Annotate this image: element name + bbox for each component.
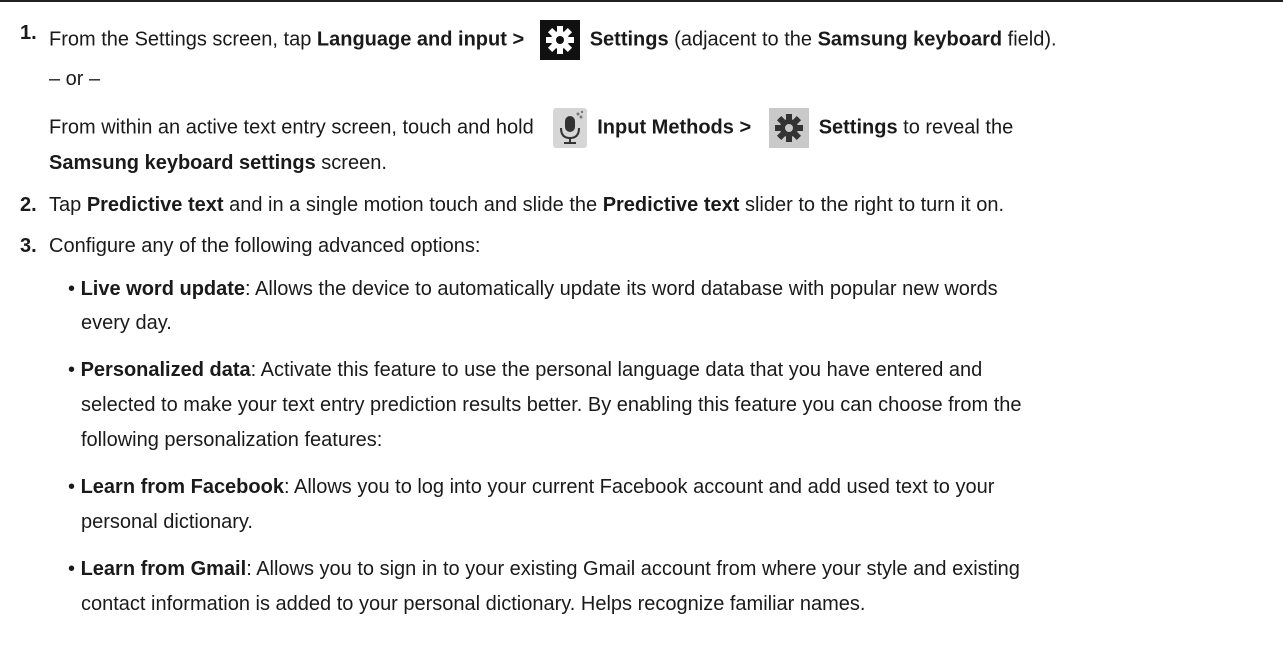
text: From the Settings screen, tap [49, 28, 317, 51]
step-1-text: From the Settings screen, tap Language a… [49, 20, 1057, 60]
bullet-text: : Allows the device to automatically upd… [245, 278, 998, 300]
microphone-input-icon [553, 108, 588, 148]
bold-text: Samsung keyboard [817, 28, 1003, 51]
bullet-line-1: • Learn from Gmail: Allows you to sign i… [68, 556, 1020, 582]
bullet-dot: • [68, 476, 76, 498]
step-number: 3. [20, 235, 37, 257]
bold-text: Settings [818, 116, 898, 139]
bullet-term: Live word update [80, 278, 246, 300]
bullet-text: following personalization features: [81, 429, 383, 451]
settings-gear-icon [539, 20, 580, 60]
bullet-text: selected to make your text entry predict… [81, 394, 1022, 416]
bold-text: Predictive text [602, 194, 740, 216]
text: Tap [49, 194, 87, 216]
text: field). [1002, 28, 1057, 51]
bullet-text: every day. [81, 312, 172, 334]
bullet-line-1: • Personalized data: Activate this featu… [68, 357, 982, 383]
bold-text: Language and input > [316, 28, 530, 51]
bullet-dot: • [68, 359, 76, 381]
text: and in a single motion touch and slide t… [223, 194, 603, 216]
bullet-text: contact information is added to your per… [81, 593, 866, 615]
text: screen. [315, 152, 387, 174]
bullet-term: Learn from Gmail [80, 558, 247, 580]
text: to reveal the [897, 116, 1014, 139]
bullet-text: : Activate this feature to use the perso… [250, 359, 983, 381]
bold-text: Samsung keyboard settings [49, 152, 316, 174]
step-2-text: Tap Predictive text and in a single moti… [49, 192, 1004, 218]
bullet-line-1: • Learn from Facebook: Allows you to log… [68, 474, 994, 500]
text: (adjacent to the [668, 28, 818, 51]
bullet-text: personal dictionary. [81, 511, 253, 533]
bullet-term: Learn from Facebook [80, 476, 284, 498]
bold-text: Settings [589, 28, 669, 51]
bullet-dot: • [68, 278, 76, 300]
bullet-term: Personalized data [80, 359, 251, 381]
bold-text: Predictive text [86, 194, 224, 216]
settings-gear-icon [768, 108, 809, 148]
step-1-alt-text: From within an active text entry screen,… [49, 108, 1013, 148]
step-3-text: Configure any of the following advanced … [49, 235, 481, 257]
step-1-cont-text: Samsung keyboard settings screen. [49, 150, 387, 176]
text: slider to the right to turn it on. [739, 194, 1005, 216]
bold-text: Input Methods > [597, 116, 757, 139]
bullet-text: : Allows you to sign in to your existing… [246, 558, 1020, 580]
text: From within an active text entry screen,… [49, 116, 540, 139]
or-text: – or – [49, 68, 101, 90]
step-number: 1. [20, 22, 37, 44]
step-number: 2. [20, 194, 37, 216]
bullet-dot: • [68, 558, 76, 580]
bullet-text: : Allows you to log into your current Fa… [283, 476, 995, 498]
bullet-line-1: • Live word update: Allows the device to… [68, 276, 998, 302]
top-rule [0, 0, 1283, 2]
